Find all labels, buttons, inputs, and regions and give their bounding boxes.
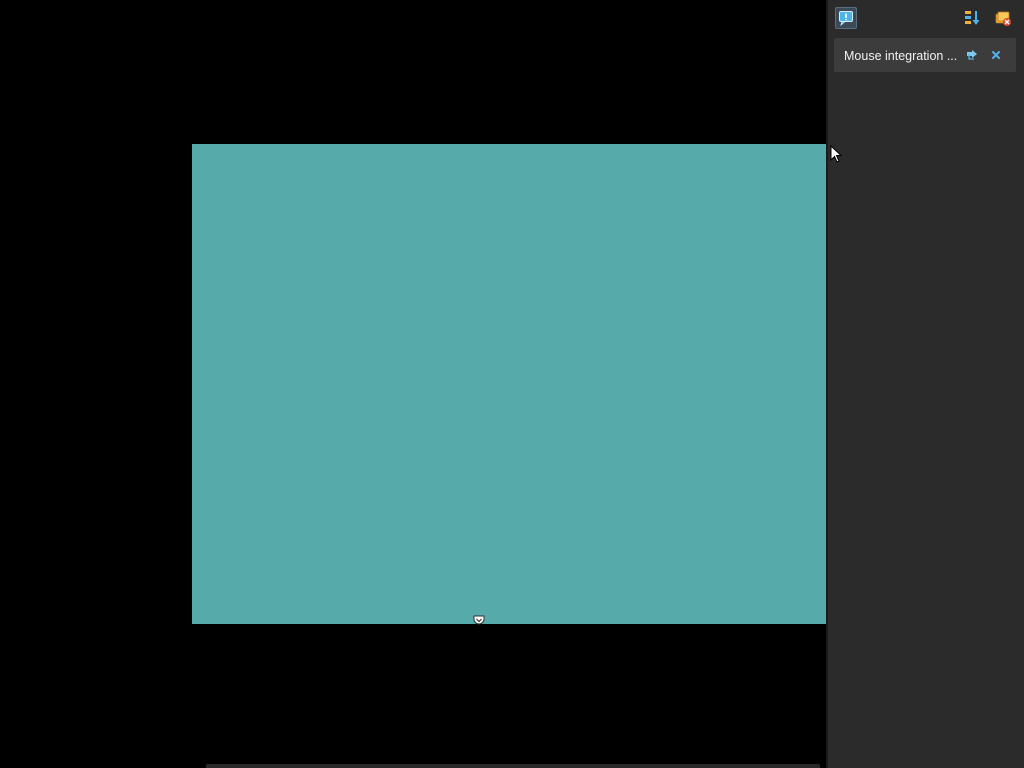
bottom-edge-hint: [206, 764, 820, 768]
notice-details-button[interactable]: [964, 47, 980, 63]
guest-display[interactable]: [192, 144, 826, 624]
sort-icon: [965, 11, 980, 25]
mouse-pointer: [830, 144, 843, 165]
vm-window: Mouse integration ...: [0, 0, 1024, 768]
mouse-pointer-icon: [830, 144, 843, 163]
close-icon: [992, 51, 1000, 59]
dismiss-all-icon: [995, 11, 1011, 26]
notification-center-icon: [839, 11, 853, 26]
notification-center-toolbar: [828, 4, 1024, 34]
chevron-down-icon: [473, 615, 485, 625]
details-toggle-icon: [967, 50, 977, 60]
sort-notices-button[interactable]: [962, 7, 984, 29]
notification-center-toggle-button[interactable]: [835, 7, 857, 29]
mini-toolbar-expand-button[interactable]: [473, 613, 485, 625]
notice-close-button[interactable]: [988, 47, 1004, 63]
notice-text: Mouse integration ...: [844, 49, 958, 63]
notification-center-panel: Mouse integration ...: [826, 0, 1024, 768]
notice-item[interactable]: Mouse integration ...: [834, 38, 1016, 72]
dismiss-all-button[interactable]: [992, 7, 1014, 29]
